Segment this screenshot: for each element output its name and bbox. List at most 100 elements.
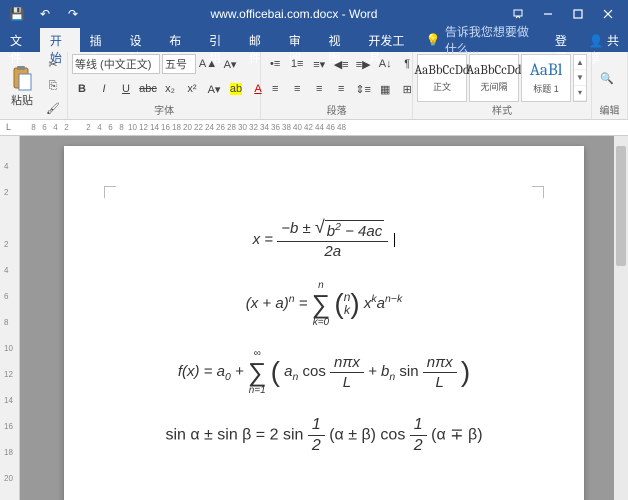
ruler-tick: 14 [149,123,160,132]
tab-references[interactable]: 引用 [199,28,239,52]
align-right-button[interactable]: ≡ [309,79,329,99]
paste-button[interactable]: 粘贴 [4,62,40,110]
tab-layout[interactable]: 布局 [159,28,199,52]
ruler-tick: 16 [4,422,13,431]
tab-review[interactable]: 审阅 [279,28,319,52]
ribbon-options-button[interactable] [504,3,532,25]
share-button[interactable]: 👤 共享 [581,28,628,52]
tab-developer[interactable]: 开发工具 [358,28,418,52]
window-controls [504,3,622,25]
equation-fourier[interactable]: f(x) = a0 + ∞∑n=1 ( an cos nπxL + bn sin… [114,348,534,396]
find-icon: 🔍 [600,72,614,85]
underline-button[interactable]: U [116,79,136,99]
subscript-button[interactable]: x₂ [160,79,180,99]
grow-font-button[interactable]: A▲ [198,54,218,74]
ruler-tick: 4 [50,123,61,132]
numbering-button[interactable]: 1≡ [287,54,307,74]
page[interactable]: x = −b ± √b2 − 4ac 2a (x + a)n = n∑k=0 (… [64,146,584,500]
superscript-button[interactable]: x² [182,79,202,99]
highlight-button[interactable]: ab [226,79,246,99]
decrease-indent-button[interactable]: ◀≡ [331,54,351,74]
font-family-select[interactable]: 等线 (中文正文) [72,54,160,74]
undo-button[interactable]: ↶ [34,3,56,25]
save-icon: 💾 [10,7,25,21]
ruler-tick: 2 [4,240,8,249]
cut-button[interactable]: ✂ [43,54,63,74]
tab-view[interactable]: 视图 [319,28,359,52]
format-painter-button[interactable]: 🖌 [43,98,63,118]
signin-button[interactable]: 登录 [547,28,581,52]
ruler-tick: 6 [4,292,8,301]
style-no-spacing[interactable]: AaBbCcDd 无间隔 [469,54,519,102]
ruler-tick: 24 [204,123,215,132]
ruler-tick: 10 [127,123,138,132]
scrollbar-thumb[interactable] [616,146,626,266]
ruler-tick: 22 [193,123,204,132]
multilevel-list-button[interactable]: ≡▾ [309,54,329,74]
minimize-button[interactable] [534,3,562,25]
equation-quadratic[interactable]: x = −b ± √b2 − 4ac 2a [114,220,534,260]
vertical-scrollbar[interactable] [614,136,628,500]
ruler-tick: 46 [325,123,336,132]
ruler-tick: 42 [303,123,314,132]
ruler-tick: 26 [215,123,226,132]
bullets-button[interactable]: •≡ [265,54,285,74]
text-effects-button[interactable]: A▾ [204,79,224,99]
style-normal[interactable]: AaBbCcDd 正文 [417,54,467,102]
increase-indent-button[interactable]: ≡▶ [353,54,373,74]
maximize-button[interactable] [564,3,592,25]
tab-home[interactable]: 开始 [40,28,80,52]
close-button[interactable] [594,3,622,25]
ruler-tick: 38 [281,123,292,132]
save-button[interactable]: 💾 [6,3,28,25]
margin-marker-tr [532,186,544,198]
group-font: 等线 (中文正文) 五号 A▲ A▾ B I U abc x₂ x² A▾ ab… [68,52,261,119]
tab-insert[interactable]: 插入 [80,28,120,52]
group-clipboard: 粘贴 ✂ ⎘ 🖌 剪贴板 [0,52,68,119]
ruler-tick: 40 [292,123,303,132]
share-icon: 👤 [589,34,604,48]
equation-trig-sum[interactable]: sin α ± sin β = 2 sin 12 (α ± β) cos 12 … [114,416,534,455]
font-size-select[interactable]: 五号 [162,54,196,74]
copy-button[interactable]: ⎘ [43,76,63,96]
align-center-button[interactable]: ≡ [287,79,307,99]
strikethrough-button[interactable]: abc [138,79,158,99]
quick-access-toolbar: 💾 ↶ ↷ [6,3,84,25]
window-title: www.officebai.com.docx - Word [84,7,504,21]
style-gallery-more[interactable]: ▲▼▾ [573,54,587,102]
ruler-tick: 44 [314,123,325,132]
ruler-tick: 4 [94,123,105,132]
document-canvas[interactable]: x = −b ± √b2 − 4ac 2a (x + a)n = n∑k=0 (… [20,136,628,500]
ruler-tick: 28 [226,123,237,132]
equation-binomial[interactable]: (x + a)n = n∑k=0 (nk) xkan−k [114,280,534,328]
tab-selector[interactable]: L [6,122,11,132]
ruler-horizontal[interactable]: L 86422468101214161820222426283032343638… [0,120,628,136]
ruler-tick: 10 [4,344,13,353]
tab-design[interactable]: 设计 [119,28,159,52]
ruler-vertical[interactable]: 422468101214161820 [0,136,20,500]
tab-file[interactable]: 文件 [0,28,40,52]
line-spacing-button[interactable]: ⇕≡ [353,79,373,99]
ruler-tick: 20 [4,474,13,483]
ribbon: 粘贴 ✂ ⎘ 🖌 剪贴板 等线 (中文正文) 五号 A▲ A▾ B I U ab… [0,52,628,120]
tab-mailings[interactable]: 邮件 [239,28,279,52]
ruler-tick: 18 [171,123,182,132]
ruler-tick: 8 [4,318,8,327]
shrink-font-button[interactable]: A▾ [220,54,240,74]
bold-button[interactable]: B [72,79,92,99]
redo-button[interactable]: ↷ [62,3,84,25]
tell-me-search[interactable]: 💡 告诉我您想要做什么... [418,28,547,52]
redo-icon: ↷ [68,7,78,21]
ruler-tick: 12 [138,123,149,132]
group-styles: AaBbCcDd 正文 AaBbCcDd 无间隔 AaBl 标题 1 ▲▼▾ 样… [413,52,592,119]
ruler-tick: 18 [4,448,13,457]
justify-button[interactable]: ≡ [331,79,351,99]
italic-button[interactable]: I [94,79,114,99]
shading-button[interactable]: ▦ [375,79,395,99]
align-left-button[interactable]: ≡ [265,79,285,99]
ruler-tick: 2 [83,123,94,132]
editing-button[interactable]: 🔍 [596,70,618,87]
ruler-tick: 8 [116,123,127,132]
style-heading-1[interactable]: AaBl 标题 1 [521,54,571,102]
sort-button[interactable]: A↓ [375,54,395,74]
